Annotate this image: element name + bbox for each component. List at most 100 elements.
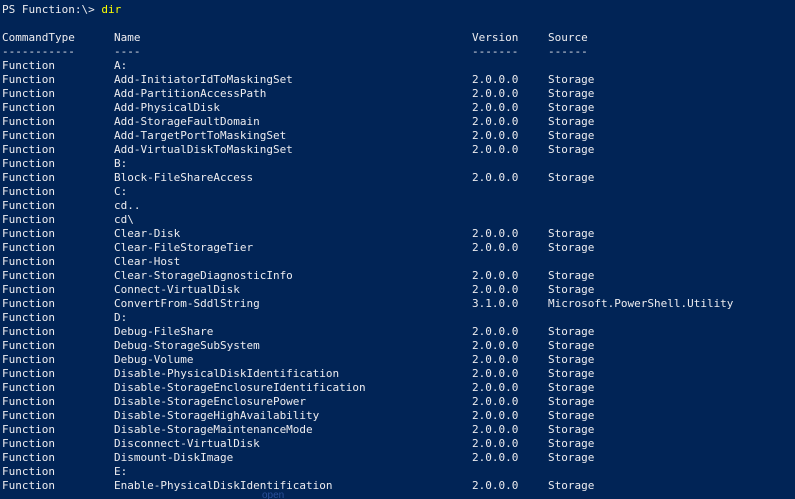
cell-commandtype: Function bbox=[2, 367, 55, 380]
cell-version: 2.0.0.0 bbox=[472, 283, 519, 296]
cell-commandtype: Function bbox=[2, 451, 55, 464]
table-row: Function Clear-Disk 2.0.0.0 Storage bbox=[2, 227, 795, 241]
table-row: Function cd.. bbox=[2, 199, 795, 213]
cell-source: Storage bbox=[548, 171, 595, 184]
table-row: Function E: bbox=[2, 465, 795, 479]
table-row: Function cd\ bbox=[2, 213, 795, 227]
cell-source: Storage bbox=[548, 395, 595, 408]
cell-name: cd.. bbox=[114, 199, 141, 212]
cell-name: Disable-PhysicalDiskIdentification bbox=[114, 367, 340, 380]
cell-source: Storage bbox=[548, 241, 595, 254]
cell-version: 2.0.0.0 bbox=[472, 423, 519, 436]
cell-commandtype: Function bbox=[2, 73, 55, 86]
cell-commandtype: Function bbox=[2, 171, 55, 184]
cell-name: Clear-FileStorageTier bbox=[114, 241, 254, 254]
cell-name: Clear-Host bbox=[114, 255, 181, 268]
separator-commandtype: ----------- bbox=[2, 45, 75, 58]
cell-name: E: bbox=[114, 465, 128, 478]
cell-commandtype: Function bbox=[2, 199, 55, 212]
cell-source: Storage bbox=[548, 409, 595, 422]
separator-version: ------- bbox=[472, 45, 519, 58]
table-row: Function Disable-StorageEnclosurePower 2.0… bbox=[2, 395, 795, 409]
cell-version: 2.0.0.0 bbox=[472, 437, 519, 450]
cell-version: 2.0.0.0 bbox=[472, 479, 519, 492]
cell-name: Disconnect-VirtualDisk bbox=[114, 437, 260, 450]
cell-name: Debug-StorageSubSystem bbox=[114, 339, 260, 352]
cell-commandtype: Function bbox=[2, 59, 55, 72]
cell-commandtype: Function bbox=[2, 297, 55, 310]
cell-commandtype: Function bbox=[2, 185, 55, 198]
cell-name: Clear-Disk bbox=[114, 227, 181, 240]
cell-source: Storage bbox=[548, 423, 595, 436]
cell-commandtype: Function bbox=[2, 143, 55, 156]
cell-commandtype: Function bbox=[2, 339, 55, 352]
powershell-console[interactable]: PS Function:\> dir CommandType Name Vers… bbox=[0, 0, 795, 499]
cell-source: Storage bbox=[548, 479, 595, 492]
cell-name: Add-TargetPortToMaskingSet bbox=[114, 129, 287, 142]
bottom-hint-text: open bbox=[262, 490, 285, 499]
cell-name: Disable-StorageMaintenanceMode bbox=[114, 423, 313, 436]
cell-commandtype: Function bbox=[2, 101, 55, 114]
cell-source: Storage bbox=[548, 115, 595, 128]
cell-commandtype: Function bbox=[2, 157, 55, 170]
table-row: Function Add-VirtualDiskToMaskingSet 2.0.0… bbox=[2, 143, 795, 157]
table-row: Function Clear-StorageDiagnosticInfo 2.0.0… bbox=[2, 269, 795, 283]
table-row: Function D: bbox=[2, 311, 795, 325]
cell-version: 2.0.0.0 bbox=[472, 409, 519, 422]
cell-commandtype: Function bbox=[2, 437, 55, 450]
table-row: Function Dismount-DiskImage 2.0.0.0 Storage bbox=[2, 451, 795, 465]
cell-version: 2.0.0.0 bbox=[472, 241, 519, 254]
cell-commandtype: Function bbox=[2, 311, 55, 324]
console-output: PS Function:\> dir CommandType Name Vers… bbox=[2, 3, 795, 493]
cell-version: 2.0.0.0 bbox=[472, 353, 519, 366]
header-name: Name bbox=[114, 31, 141, 44]
cell-source: Storage bbox=[548, 143, 595, 156]
cell-name: Debug-FileShare bbox=[114, 325, 214, 338]
cell-name: Connect-VirtualDisk bbox=[114, 283, 240, 296]
cell-name: Block-FileShareAccess bbox=[114, 171, 254, 184]
table-row: Function Disable-PhysicalDiskIdentificati… bbox=[2, 367, 795, 381]
cell-commandtype: Function bbox=[2, 241, 55, 254]
cell-version: 2.0.0.0 bbox=[472, 143, 519, 156]
cell-name: Enable-PhysicalDiskIdentification bbox=[114, 479, 333, 492]
table-row: Function C: bbox=[2, 185, 795, 199]
cell-version: 2.0.0.0 bbox=[472, 451, 519, 464]
table-row: Function Disable-StorageMaintenanceMode 2.… bbox=[2, 423, 795, 437]
cell-source: Microsoft.PowerShell.Utility bbox=[548, 297, 734, 310]
cell-name: Disable-StorageEnclosureIdentification bbox=[114, 381, 366, 394]
cell-source: Storage bbox=[548, 437, 595, 450]
cell-version: 2.0.0.0 bbox=[472, 87, 519, 100]
cell-version: 2.0.0.0 bbox=[472, 395, 519, 408]
cell-source: Storage bbox=[548, 381, 595, 394]
command-text: dir bbox=[101, 3, 122, 16]
table-row: Function Debug-FileShare 2.0.0.0 Storage bbox=[2, 325, 795, 339]
table-row: Function Clear-FileStorageTier 2.0.0.0 Stor… bbox=[2, 241, 795, 255]
cell-commandtype: Function bbox=[2, 381, 55, 394]
table-row: Function Add-TargetPortToMaskingSet 2.0.0.… bbox=[2, 129, 795, 143]
header-version: Version bbox=[472, 31, 519, 44]
table-row: Function Disable-StorageHighAvailability 2… bbox=[2, 409, 795, 423]
cell-commandtype: Function bbox=[2, 227, 55, 240]
header-commandtype: CommandType bbox=[2, 31, 75, 44]
cell-source: Storage bbox=[548, 353, 595, 366]
cell-version: 2.0.0.0 bbox=[472, 171, 519, 184]
prompt-line: PS Function:\> dir bbox=[2, 3, 795, 17]
table-row: Function ConvertFrom-SddlString 3.1.0.0 Mic… bbox=[2, 297, 795, 311]
cell-commandtype: Function bbox=[2, 115, 55, 128]
cell-source: Storage bbox=[548, 339, 595, 352]
cell-commandtype: Function bbox=[2, 423, 55, 436]
cell-version: 2.0.0.0 bbox=[472, 339, 519, 352]
cell-version: 2.0.0.0 bbox=[472, 129, 519, 142]
table-row: Function Add-PartitionAccessPath 2.0.0.0 St… bbox=[2, 87, 795, 101]
cell-name: cd\ bbox=[114, 213, 134, 226]
cell-version: 2.0.0.0 bbox=[472, 115, 519, 128]
cell-source: Storage bbox=[548, 451, 595, 464]
table-row: Function Debug-Volume 2.0.0.0 Storage bbox=[2, 353, 795, 367]
cell-name: Add-PartitionAccessPath bbox=[114, 87, 267, 100]
cell-version: 2.0.0.0 bbox=[472, 325, 519, 338]
cell-commandtype: Function bbox=[2, 353, 55, 366]
cell-commandtype: Function bbox=[2, 255, 55, 268]
table-header: CommandType Name Version Source bbox=[2, 31, 795, 45]
cell-name: Add-VirtualDiskToMaskingSet bbox=[114, 143, 293, 156]
